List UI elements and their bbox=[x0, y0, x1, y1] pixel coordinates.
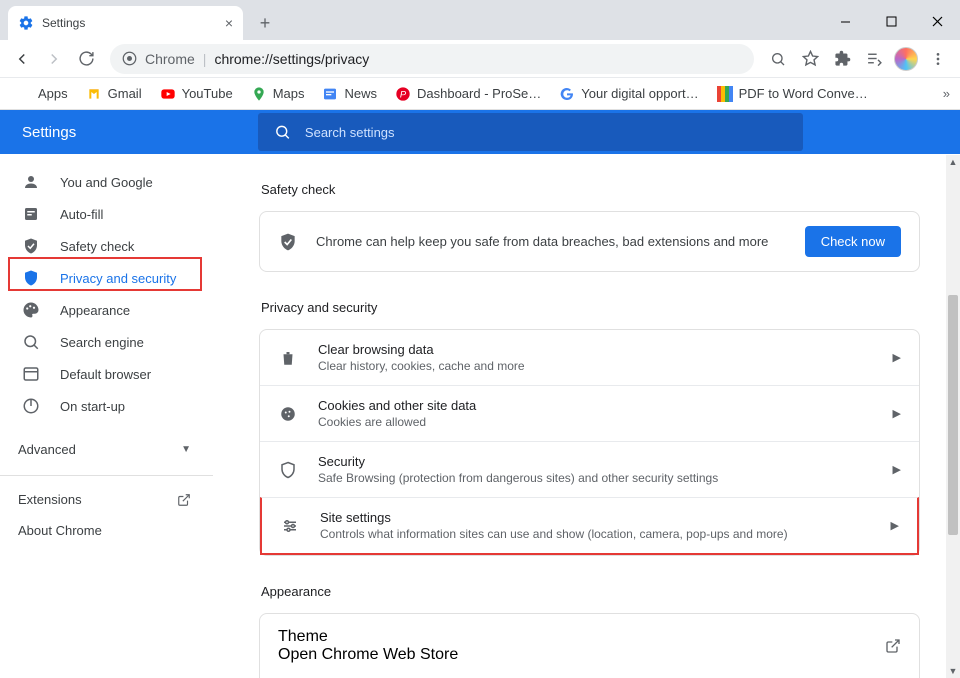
url-path: chrome://settings/privacy bbox=[214, 51, 369, 67]
sidebar-item-search-engine[interactable]: Search engine bbox=[0, 326, 213, 358]
browser-icon bbox=[22, 365, 40, 383]
bookmarks-overflow-icon[interactable]: » bbox=[943, 86, 950, 101]
zoom-icon[interactable] bbox=[764, 45, 792, 73]
row-site-settings[interactable]: Site settingsControls what information s… bbox=[260, 497, 919, 555]
bookmark-dashboard[interactable]: PDashboard - ProSe… bbox=[389, 82, 547, 106]
safety-check-heading: Safety check bbox=[261, 182, 920, 197]
rainbow-icon bbox=[717, 86, 733, 102]
scroll-up-icon[interactable]: ▲ bbox=[946, 155, 960, 169]
privacy-security-card: Clear browsing dataClear history, cookie… bbox=[259, 329, 920, 556]
appearance-card: ThemeOpen Chrome Web Store Show Home but… bbox=[259, 613, 920, 678]
row-theme[interactable]: ThemeOpen Chrome Web Store bbox=[260, 614, 919, 678]
search-icon bbox=[274, 123, 291, 141]
chevron-right-icon: ▶ bbox=[893, 463, 901, 476]
maps-pin-icon bbox=[251, 86, 267, 102]
vertical-scrollbar[interactable]: ▲ ▼ bbox=[946, 155, 960, 678]
bookmarks-bar: Apps Gmail YouTube Maps News PDashboard … bbox=[0, 78, 960, 110]
tune-icon bbox=[280, 517, 300, 535]
youtube-icon bbox=[160, 86, 176, 102]
bookmark-digital[interactable]: Your digital opport… bbox=[553, 82, 704, 106]
apps-grid-icon bbox=[16, 86, 32, 102]
shield-check-icon bbox=[278, 232, 298, 252]
open-external-icon bbox=[885, 638, 901, 654]
row-security[interactable]: SecuritySafe Browsing (protection from d… bbox=[260, 441, 919, 497]
window-minimize-button[interactable] bbox=[822, 6, 868, 36]
settings-main: Safety check Chrome can help keep you sa… bbox=[213, 154, 960, 678]
bookmark-youtube[interactable]: YouTube bbox=[154, 82, 239, 106]
back-button[interactable] bbox=[8, 45, 36, 73]
appearance-heading: Appearance bbox=[261, 584, 920, 599]
sidebar-advanced[interactable]: Advanced▼ bbox=[0, 432, 213, 467]
row-cookies[interactable]: Cookies and other site dataCookies are a… bbox=[260, 385, 919, 441]
open-external-icon bbox=[177, 493, 191, 507]
bookmark-gmail[interactable]: Gmail bbox=[80, 82, 148, 106]
bookmark-apps[interactable]: Apps bbox=[10, 82, 74, 106]
chevron-right-icon: ▶ bbox=[893, 407, 901, 420]
trash-icon bbox=[278, 349, 298, 367]
gmail-icon bbox=[86, 86, 102, 102]
menu-icon[interactable] bbox=[924, 45, 952, 73]
settings-header: Settings bbox=[0, 110, 960, 154]
bookmark-maps[interactable]: Maps bbox=[245, 82, 311, 106]
settings-search[interactable] bbox=[258, 113, 803, 151]
gear-icon bbox=[18, 15, 34, 31]
window-maximize-button[interactable] bbox=[868, 6, 914, 36]
sidebar-item-appearance[interactable]: Appearance bbox=[0, 294, 213, 326]
chevron-down-icon: ▼ bbox=[181, 444, 191, 455]
sidebar-item-on-startup[interactable]: On start-up bbox=[0, 390, 213, 422]
svg-text:P: P bbox=[400, 89, 407, 99]
shield-icon bbox=[22, 269, 40, 287]
scroll-down-icon[interactable]: ▼ bbox=[946, 664, 960, 678]
palette-icon bbox=[22, 301, 40, 319]
settings-search-input[interactable] bbox=[305, 125, 787, 140]
person-icon bbox=[22, 173, 40, 191]
settings-title: Settings bbox=[0, 124, 256, 141]
extensions-icon[interactable] bbox=[828, 45, 856, 73]
bookmark-star-icon[interactable] bbox=[796, 45, 824, 73]
forward-button[interactable] bbox=[40, 45, 68, 73]
browser-tab[interactable]: Settings × bbox=[8, 6, 243, 40]
sidebar-item-autofill[interactable]: Auto-fill bbox=[0, 198, 213, 230]
power-icon bbox=[22, 397, 40, 415]
chrome-page-icon bbox=[122, 51, 137, 66]
window-titlebar: Settings × + bbox=[0, 0, 960, 40]
chevron-right-icon: ▶ bbox=[891, 519, 899, 532]
shield-icon bbox=[278, 461, 298, 479]
check-now-button[interactable]: Check now bbox=[805, 226, 901, 257]
browser-toolbar: Chrome | chrome://settings/privacy bbox=[0, 40, 960, 78]
address-bar[interactable]: Chrome | chrome://settings/privacy bbox=[110, 44, 754, 74]
autofill-icon bbox=[22, 205, 40, 223]
scrollbar-thumb[interactable] bbox=[948, 295, 958, 535]
sidebar-about-chrome[interactable]: About Chrome bbox=[0, 515, 213, 546]
sidebar-item-privacy-security[interactable]: Privacy and security bbox=[0, 262, 213, 294]
google-icon bbox=[559, 86, 575, 102]
pinterest-icon: P bbox=[395, 86, 411, 102]
reading-list-icon[interactable] bbox=[860, 45, 888, 73]
chevron-right-icon: ▶ bbox=[893, 351, 901, 364]
tab-title: Settings bbox=[42, 16, 85, 30]
bookmark-news[interactable]: News bbox=[316, 82, 383, 106]
reload-button[interactable] bbox=[72, 45, 100, 73]
new-tab-button[interactable]: + bbox=[251, 9, 279, 37]
window-close-button[interactable] bbox=[914, 6, 960, 36]
sidebar-extensions[interactable]: Extensions bbox=[0, 484, 213, 515]
safety-check-card: Chrome can help keep you safe from data … bbox=[259, 211, 920, 272]
url-scheme: Chrome bbox=[145, 51, 195, 67]
row-clear-browsing-data[interactable]: Clear browsing dataClear history, cookie… bbox=[260, 330, 919, 385]
settings-sidebar: You and Google Auto-fill Safety check Pr… bbox=[0, 154, 213, 678]
sidebar-item-safety-check[interactable]: Safety check bbox=[0, 230, 213, 262]
news-icon bbox=[322, 86, 338, 102]
profile-avatar[interactable] bbox=[892, 45, 920, 73]
bookmark-pdf[interactable]: PDF to Word Conve… bbox=[711, 82, 874, 106]
privacy-security-heading: Privacy and security bbox=[261, 300, 920, 315]
sidebar-item-default-browser[interactable]: Default browser bbox=[0, 358, 213, 390]
close-tab-icon[interactable]: × bbox=[225, 15, 233, 31]
shield-check-icon bbox=[22, 237, 40, 255]
search-icon bbox=[22, 333, 40, 351]
safety-check-text: Chrome can help keep you safe from data … bbox=[316, 234, 787, 249]
sidebar-item-you-and-google[interactable]: You and Google bbox=[0, 166, 213, 198]
cookie-icon bbox=[278, 405, 298, 423]
